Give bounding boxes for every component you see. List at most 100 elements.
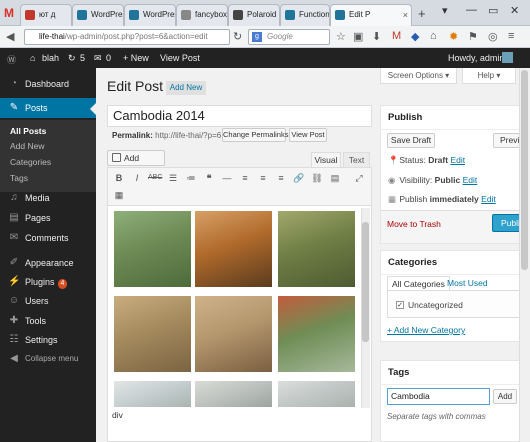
fullscreen-icon[interactable]: ⤢ <box>352 171 366 185</box>
add-tag-button[interactable]: Add <box>493 389 517 404</box>
page-scroll-thumb[interactable] <box>521 70 528 270</box>
sidebar-item-settings[interactable]: ☷ Settings <box>0 330 96 350</box>
browser-tab[interactable]: WordPres <box>72 4 124 26</box>
howdy-user[interactable]: Howdy, admin <box>448 53 504 63</box>
close-window-button[interactable]: ✕ <box>510 4 519 17</box>
post-title-input[interactable]: Cambodia 2014 <box>107 105 372 127</box>
photo-strip-2[interactable] <box>195 381 272 407</box>
avatar[interactable] <box>502 52 513 63</box>
browser-tab[interactable]: Polaroid <box>228 4 280 26</box>
align-left-icon[interactable]: ≡ <box>238 171 252 185</box>
unlink-icon[interactable]: ⛓ <box>310 171 324 185</box>
change-permalinks-button[interactable]: Change Permalinks <box>222 128 288 142</box>
permalink-url[interactable]: http://life-thai/?p=6 <box>155 131 221 140</box>
firebug-icon[interactable]: ✹ <box>449 30 458 43</box>
sidebar-item-pages[interactable]: ▤ Pages <box>0 208 96 228</box>
gmail-addon-icon[interactable]: M <box>392 30 401 42</box>
screen-options-button[interactable]: Screen Options ▾ <box>380 68 457 84</box>
browser-tab[interactable]: Edit P × <box>330 4 412 26</box>
align-center-icon[interactable]: ≡ <box>256 171 270 185</box>
move-to-trash-link[interactable]: Move to Trash <box>387 219 441 229</box>
tab-most-used[interactable]: Most Used <box>443 276 492 291</box>
numbered-list-icon[interactable]: ≔ <box>184 171 198 185</box>
publish-button[interactable]: Publi <box>492 214 522 232</box>
new-content-menu[interactable]: + New <box>123 53 149 63</box>
photo-strip-3[interactable] <box>278 381 355 407</box>
maximize-button[interactable]: ▭ <box>488 4 498 17</box>
status-edit-link[interactable]: Edit <box>450 155 465 165</box>
photo-aerial-village[interactable] <box>278 296 355 372</box>
wordpress-logo-icon[interactable]: Ⓦ <box>7 53 16 66</box>
submenu-item-tags[interactable]: Tags <box>0 170 96 186</box>
uncategorized-checkbox[interactable]: ✓ <box>396 301 404 309</box>
photo-girl-with-pig[interactable] <box>195 296 272 372</box>
schedule-edit-link[interactable]: Edit <box>481 194 496 204</box>
view-post-link[interactable]: View Post <box>160 53 200 63</box>
bold-icon[interactable]: B <box>112 171 126 185</box>
back-icon[interactable]: ◀ <box>6 30 14 43</box>
star-icon[interactable]: ☆ <box>336 30 346 43</box>
new-tab-button[interactable]: + <box>418 6 426 21</box>
sidebar-item-tools[interactable]: ✚ Tools <box>0 311 96 331</box>
strikethrough-icon[interactable]: ABC <box>148 171 162 185</box>
home-icon[interactable]: ⌂ <box>430 30 437 42</box>
updates-icon[interactable]: ↻ <box>68 53 76 64</box>
submenu-item-add-new[interactable]: Add New <box>0 138 96 154</box>
add-new-post-button[interactable]: Add New <box>166 81 206 95</box>
clipboard-icon[interactable]: ▣ <box>353 30 363 43</box>
submenu-item-categories[interactable]: Categories <box>0 154 96 170</box>
site-home-icon[interactable]: ⌂ <box>30 53 35 63</box>
sidebar-item-users[interactable]: ☺ Users <box>0 291 96 311</box>
visibility-edit-link[interactable]: Edit <box>463 175 478 185</box>
preview-button[interactable]: Previ <box>493 133 520 148</box>
browser-tab[interactable]: fancybox <box>176 4 228 26</box>
updates-count[interactable]: 5 <box>80 53 85 63</box>
read-more-icon[interactable]: ▤ <box>328 171 342 185</box>
horizontal-line-icon[interactable]: — <box>220 171 234 185</box>
tab-all-categories[interactable]: All Categories <box>387 276 450 291</box>
photo-floating-houses[interactable] <box>114 211 191 287</box>
tab-text[interactable]: Text <box>343 152 370 167</box>
sidebar-item-plugins[interactable]: ⚡ Plugins 4 <box>0 272 96 292</box>
browser-tab[interactable]: ют д <box>20 4 72 26</box>
download-icon[interactable]: ⬇ <box>372 30 381 43</box>
tab-visual[interactable]: Visual <box>311 152 341 167</box>
photo-strip-1[interactable] <box>114 381 191 407</box>
url-bar[interactable]: life-thai/wp-admin/post.php?post=6&actio… <box>24 29 230 45</box>
sidebar-item-appearance[interactable]: ✐ Appearance <box>0 253 96 273</box>
link-icon[interactable]: 🔗 <box>292 171 306 185</box>
sidebar-item-collapse-menu[interactable]: ◀ Collapse menu <box>0 349 96 369</box>
align-right-icon[interactable]: ≡ <box>274 171 288 185</box>
sidebar-item-dashboard[interactable]: ◔ Dashboard <box>0 74 96 94</box>
toolbar-toggle-icon[interactable]: ▦ <box>112 188 126 202</box>
minimize-button[interactable]: — <box>466 4 477 16</box>
menu-icon[interactable]: ≡ <box>508 30 514 42</box>
blockquote-icon[interactable]: ❝ <box>202 171 216 185</box>
browser-tab[interactable]: WordPres <box>124 4 176 26</box>
italic-icon[interactable]: I <box>130 171 144 185</box>
add-new-category-link[interactable]: + Add New Category <box>387 325 465 335</box>
photo-floating-boat[interactable] <box>114 296 191 372</box>
comments-count[interactable]: 0 <box>106 53 111 63</box>
view-post-button[interactable]: View Post <box>289 128 327 142</box>
submenu-item-all-posts[interactable]: All Posts <box>0 123 96 139</box>
close-tab-icon[interactable]: × <box>403 5 408 25</box>
search-input[interactable]: g Google <box>248 29 330 45</box>
photo-girl-on-roots[interactable] <box>195 211 272 287</box>
tag-input[interactable]: Cambodia <box>387 388 490 405</box>
sidebar-item-comments[interactable]: ✉ Comments <box>0 228 96 248</box>
addon-icon[interactable]: ◎ <box>488 30 498 43</box>
ext-icon[interactable]: ⚑ <box>468 30 478 43</box>
reload-icon[interactable]: ↻ <box>233 30 242 43</box>
comments-icon[interactable]: ✉ <box>94 53 102 64</box>
tab-list-icon[interactable]: ▾ <box>442 4 448 17</box>
site-name[interactable]: blah <box>42 53 59 63</box>
sidebar-item-media[interactable]: ♫ Media <box>0 188 96 208</box>
shield-icon[interactable]: ◆ <box>411 30 419 43</box>
help-button[interactable]: Help ▾ <box>462 68 516 84</box>
bullet-list-icon[interactable]: ☰ <box>166 171 180 185</box>
photo-village-trees[interactable] <box>278 211 355 287</box>
sidebar-item-posts[interactable]: ✎ Posts <box>0 98 96 118</box>
gmail-icon[interactable]: M <box>4 6 18 20</box>
editor-scroll-thumb[interactable] <box>362 222 369 342</box>
